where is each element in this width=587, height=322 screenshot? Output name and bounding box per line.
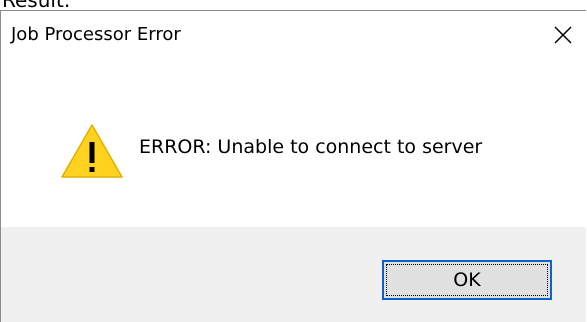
dialog-content: ERROR: Unable to connect to server (1, 59, 586, 227)
ok-button-label: OK (453, 269, 481, 291)
screen: Result: Job Processor Error ERROR: Unabl… (0, 0, 587, 322)
close-button[interactable] (540, 11, 586, 59)
warning-icon (61, 124, 123, 178)
error-message: ERROR: Unable to connect to server (139, 136, 483, 158)
error-dialog: Job Processor Error ERROR: Unable to con… (0, 10, 586, 322)
close-icon (554, 26, 572, 44)
dialog-title: Job Processor Error (11, 24, 181, 45)
button-bar: OK (1, 227, 586, 322)
title-bar: Job Processor Error (1, 11, 586, 59)
ok-button[interactable]: OK (382, 260, 552, 300)
